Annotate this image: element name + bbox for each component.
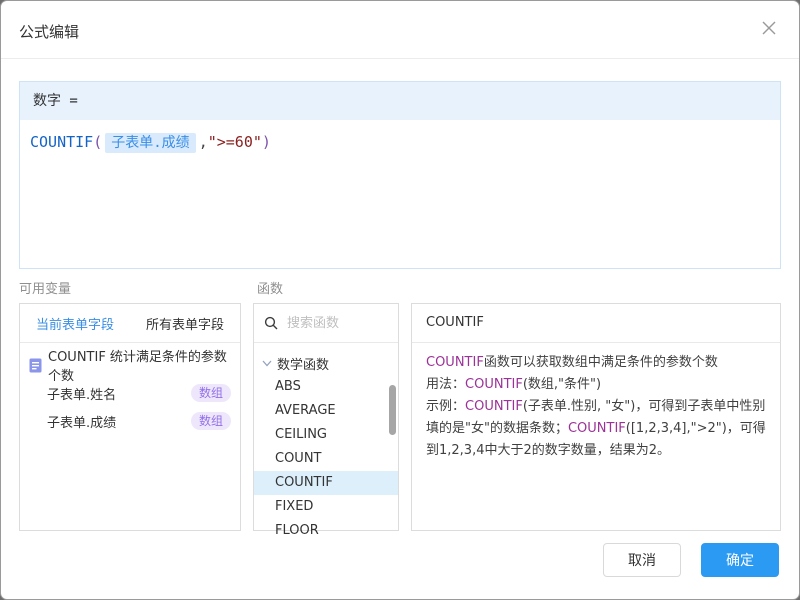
array-badge: 数组 <box>191 412 231 430</box>
formula-edit-dialog: 公式编辑 数字 = COUNTIF(子表单.成绩,">=60") 可用变量 函数… <box>0 0 800 600</box>
function-item-countif[interactable]: COUNTIF <box>254 471 398 495</box>
variables-tabs: 当前表单字段 所有表单字段 <box>20 304 240 343</box>
search-icon <box>264 316 278 330</box>
function-summary: COUNTIF函数可以获取数组中满足条件的参数个数 <box>426 352 766 374</box>
function-item-average[interactable]: AVERAGE <box>254 399 398 423</box>
dialog-footer: 取消 确定 <box>603 543 779 577</box>
variable-group-label: COUNTIF 统计满足条件的参数个数 <box>48 346 231 384</box>
function-item-ceiling[interactable]: CEILING <box>254 423 398 447</box>
function-list: 数学函数 ABS AVERAGE CEILING COUNT COUNTIF F… <box>254 343 398 543</box>
functions-section-label: 函数 <box>257 278 283 297</box>
variable-row-subform-score[interactable]: 子表单.成绩 数组 <box>20 407 240 435</box>
confirm-button[interactable]: 确定 <box>701 543 779 577</box>
chevron-down-icon <box>262 360 272 367</box>
formula-open-paren: ( <box>93 133 102 151</box>
document-icon <box>29 358 42 373</box>
function-group-math[interactable]: 数学函数 <box>254 351 398 375</box>
function-search-input[interactable] <box>285 315 388 332</box>
function-example: 示例：COUNTIF(子表单.性别, "女")，可得到子表单中性别填的是"女"的… <box>426 396 766 462</box>
variables-tree: COUNTIF 统计满足条件的参数个数 子表单.姓名 数组 子表单.成绩 数组 <box>20 343 240 435</box>
function-search-box[interactable] <box>254 304 398 343</box>
formula-editor[interactable]: 数字 = COUNTIF(子表单.成绩,">=60") <box>19 81 781 269</box>
dialog-title: 公式编辑 <box>19 21 79 42</box>
variable-label: 子表单.姓名 <box>47 384 116 403</box>
function-list-scrollbar[interactable] <box>389 385 396 435</box>
formula-close-paren: ) <box>262 133 271 151</box>
dialog-header: 公式编辑 <box>1 1 799 59</box>
function-detail-title: COUNTIF <box>412 304 780 343</box>
variables-panel: 当前表单字段 所有表单字段 COUNTIF 统计满足条件的参数个数 子表单.姓名… <box>19 303 241 531</box>
formula-expression[interactable]: COUNTIF(子表单.成绩,">=60") <box>20 120 780 164</box>
cancel-button[interactable]: 取消 <box>603 543 681 577</box>
function-item-count[interactable]: COUNT <box>254 447 398 471</box>
tab-current-form-fields[interactable]: 当前表单字段 <box>20 304 130 342</box>
function-detail-panel: COUNTIF COUNTIF函数可以获取数组中满足条件的参数个数 用法：COU… <box>411 303 781 531</box>
array-badge: 数组 <box>191 384 231 402</box>
function-item-fixed[interactable]: FIXED <box>254 495 398 519</box>
functions-panel: 数学函数 ABS AVERAGE CEILING COUNT COUNTIF F… <box>253 303 399 531</box>
variables-section-label: 可用变量 <box>19 278 71 297</box>
formula-field-token[interactable]: 子表单.成绩 <box>105 133 195 153</box>
formula-result-label: 数字 = <box>20 82 780 120</box>
formula-string-arg: ">=60" <box>208 133 262 151</box>
variable-label: 子表单.成绩 <box>47 412 116 431</box>
formula-function-name: COUNTIF <box>30 133 93 151</box>
function-usage: 用法：COUNTIF(数组,"条件") <box>426 374 766 396</box>
formula-comma: , <box>199 133 208 151</box>
close-button[interactable] <box>757 18 781 42</box>
function-item-floor[interactable]: FLOOR <box>254 519 398 543</box>
function-item-abs[interactable]: ABS <box>254 375 398 399</box>
function-detail-body: COUNTIF函数可以获取数组中满足条件的参数个数 用法：COUNTIF(数组,… <box>412 343 780 471</box>
close-icon <box>761 20 777 40</box>
tab-all-form-fields[interactable]: 所有表单字段 <box>130 304 240 342</box>
function-group-label: 数学函数 <box>277 354 329 373</box>
variable-group-row[interactable]: COUNTIF 统计满足条件的参数个数 <box>20 351 240 379</box>
